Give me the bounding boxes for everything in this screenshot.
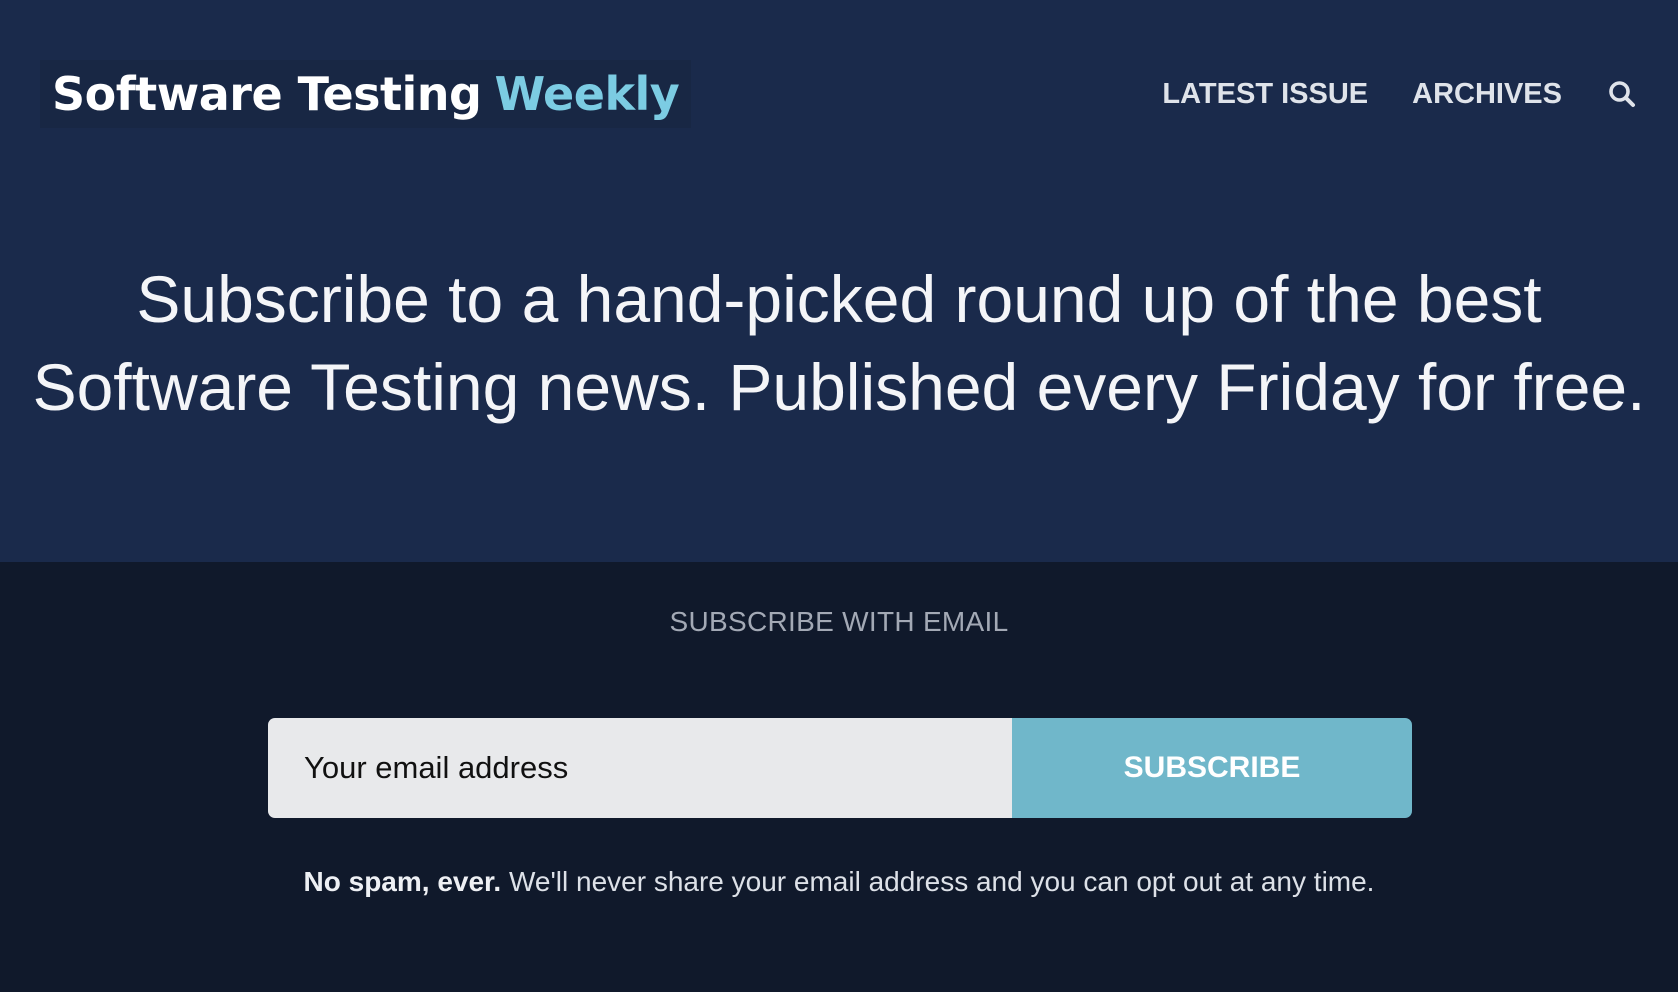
logo-accent-text: Weekly xyxy=(494,67,680,121)
email-input[interactable] xyxy=(268,718,1012,818)
nav-latest-issue[interactable]: LATEST ISSUE xyxy=(1162,78,1368,111)
hero-headline-line-2: Software Testing news. Published every F… xyxy=(32,350,1646,424)
subscribe-button[interactable]: SUBSCRIBE xyxy=(1012,718,1412,818)
search-icon xyxy=(1609,81,1635,107)
site-logo[interactable]: Software Testing Weekly xyxy=(40,60,692,128)
subscribe-form: SUBSCRIBE xyxy=(268,718,1412,818)
nav-archives[interactable]: ARCHIVES xyxy=(1412,78,1562,111)
hero-headline: Subscribe to a hand-picked round up of t… xyxy=(0,255,1678,431)
subscribe-heading: SUBSCRIBE WITH EMAIL xyxy=(669,606,1009,637)
hero-headline-line-1: Subscribe to a hand-picked round up of t… xyxy=(136,262,1542,336)
privacy-note-bold: No spam, ever. xyxy=(303,866,502,897)
main-nav: LATEST ISSUE ARCHIVES xyxy=(1118,72,1638,116)
hero-section: Software Testing Weekly LATEST ISSUE ARC… xyxy=(0,0,1678,562)
logo-main-text: Software Testing xyxy=(52,67,482,121)
search-button[interactable] xyxy=(1606,78,1638,110)
privacy-note: No spam, ever. We'll never share your em… xyxy=(0,866,1678,898)
privacy-note-text: We'll never share your email address and… xyxy=(501,866,1375,897)
